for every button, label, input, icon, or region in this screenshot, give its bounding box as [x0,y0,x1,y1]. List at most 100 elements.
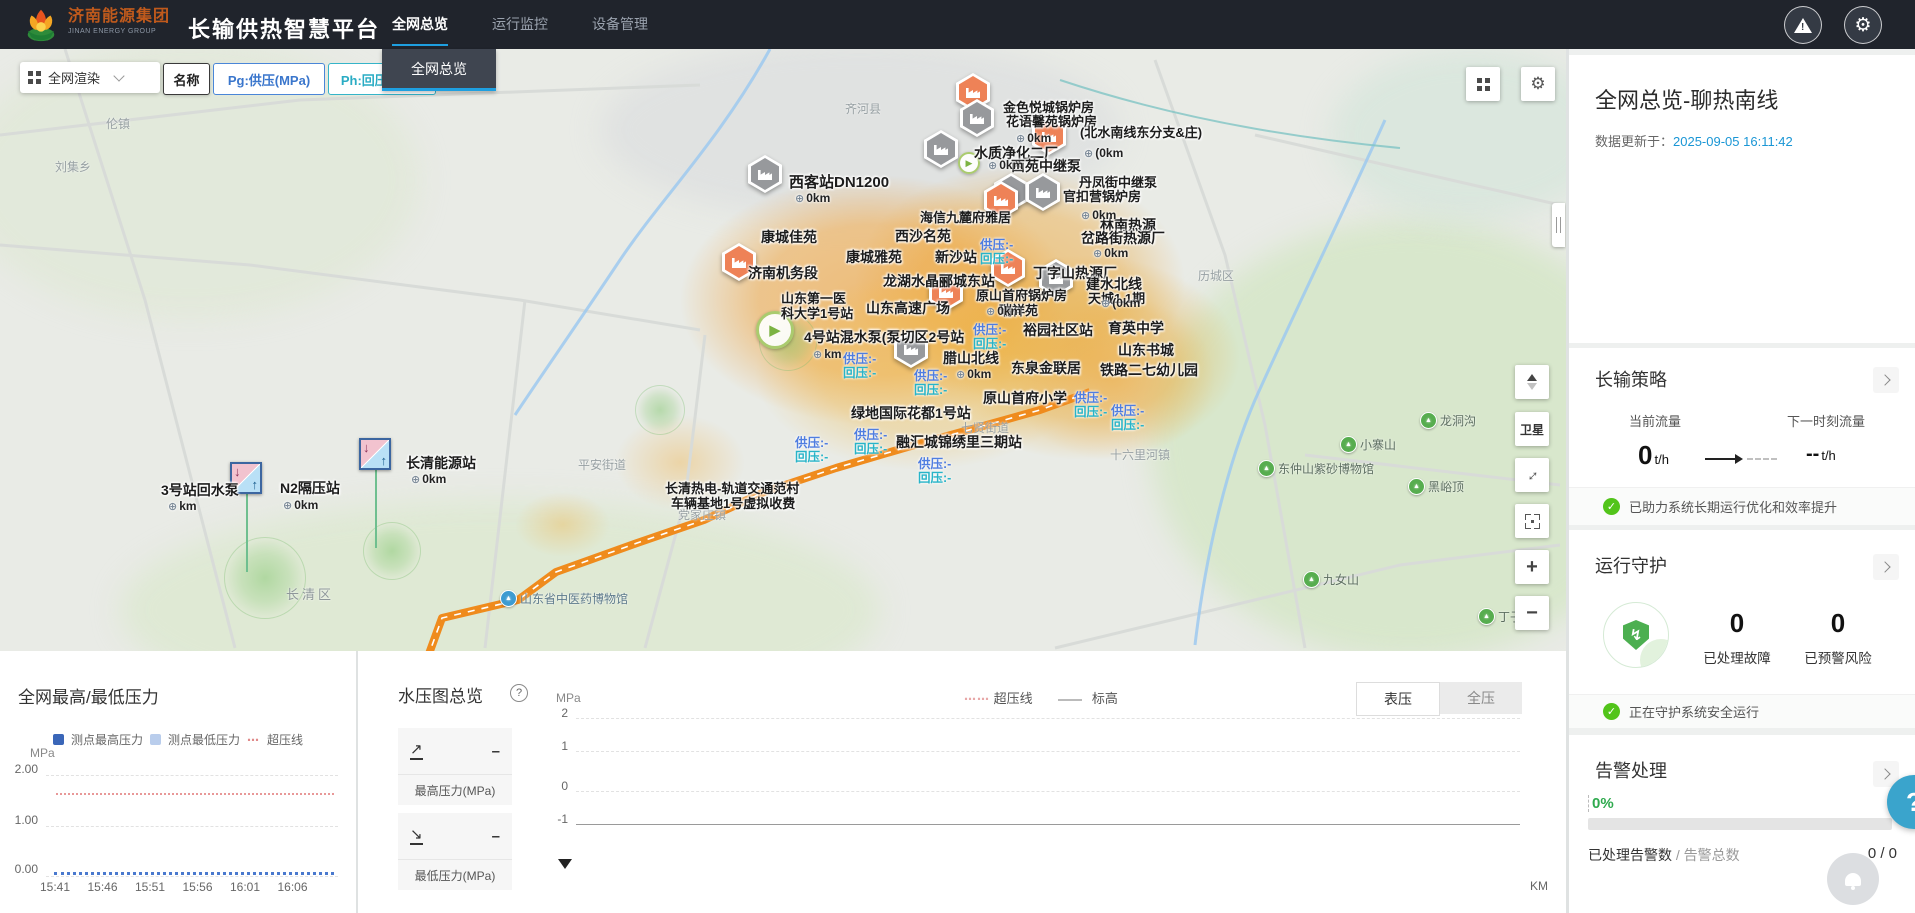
map-distance-label: ⊕(0km [1101,296,1140,310]
gridline [46,826,338,827]
y-tick-label: 2 [536,706,568,720]
guard-expand-button[interactable] [1873,554,1899,580]
max-pressure-label: 最高压力(MPa) [398,775,512,805]
x-tick-label: 16:06 [273,880,313,894]
map-distance-label: ⊕0km [411,472,446,486]
pump-station-marker[interactable]: ↓↑ [359,438,391,470]
satellite-toggle-button[interactable]: 卫星 [1515,412,1549,446]
pressure-readout-label: 供压:-回压:- [843,352,876,381]
map-settings-button[interactable]: ⚙ [1521,67,1555,101]
pressure-readout-label: 供压:-回压:- [795,436,828,465]
layer-render-selector[interactable]: 全网渲染 [20,62,160,93]
map-poi-label: ▲小寨山 [1340,436,1396,453]
crosshair-icon: ⊕ [986,306,995,318]
settings-button[interactable]: ⚙ [1844,6,1882,44]
overpressure-line [56,793,334,795]
crosshair-icon: ⊕ [956,369,965,381]
map-poi-label: ▲九女山 [1303,571,1359,588]
poi-icon: ▲ [1420,412,1437,429]
alarm-title: 告警处理 [1595,757,1667,783]
expand-map-button[interactable]: ↔ [1515,458,1549,492]
poi-icon: ▲ [1408,478,1425,495]
map-station-label: 山东书城 [1118,340,1174,360]
poi-icon: ▲ [1258,460,1275,477]
gridline [576,718,1520,719]
poi-icon: ▲ [1478,608,1495,625]
station-marker-hex-gray[interactable] [1026,173,1060,211]
fullscreen-button[interactable] [1515,504,1549,538]
x-axis-unit: KM [1530,879,1548,893]
legend-swatch-min [150,734,161,745]
check-icon: ✓ [1603,703,1620,720]
flow-arrow [1705,454,1777,464]
top-header: 济南能源集团 JINAN ENERGY GROUP 长输供热智慧平台 全网总览 … [0,0,1915,49]
compass-control[interactable] [1515,365,1549,399]
legend-swatch-elevation [1058,699,1082,701]
station-marker-hex-gray[interactable] [924,130,958,168]
map-station-label: 官扣营锅炉房 [1063,186,1141,205]
map-area-label: 平安街道 [578,456,626,473]
map-distance-label: ⊕0km [283,498,318,512]
layout-grid-button[interactable] [1466,67,1500,101]
station-marker-hex-gray[interactable] [748,155,782,193]
x-tick-label: 15:46 [83,880,123,894]
map-poi-label: ▲山东省中医药博物馆 [500,590,628,607]
logo-subtitle: JINAN ENERGY GROUP [68,28,170,35]
warned-risks-stat: 0 已预警风险 [1797,608,1879,667]
x-tick-label: 15:41 [35,880,75,894]
zoom-out-button[interactable]: − [1515,596,1549,630]
name-toggle-button[interactable]: 名称 [163,63,210,95]
map-area-label: 历城区 [1198,267,1234,284]
pressure-readout-label: 供压:-回压:- [918,457,951,486]
map-station-label: 康城佳苑 [761,227,817,247]
strategy-note: ✓ 已助力系统长期运行优化和效率提升 [1569,487,1915,525]
hydraulic-panel-title: 水压图总览 [398,682,483,707]
zoom-in-button[interactable]: + [1515,550,1549,584]
pg-supply-pressure-button[interactable]: Pg:供压(MPa) [213,63,325,95]
y-axis-unit: MPa [556,691,581,705]
legend-label-overpressure: 超压线 [267,731,303,748]
app-root: ▶▶↓↑↓↑西客站DN1200金色悦城锅炉房花语馨苑锅炉房(北水南线东分支&庄)… [0,0,1915,913]
help-icon[interactable]: ? [510,684,528,702]
map-station-label: 海信九麓府雅居 [920,207,1011,226]
guard-title: 运行守护 [1595,552,1667,578]
factory-icon [751,158,779,190]
crosshair-icon: ⊕ [813,349,822,361]
subtab-overview[interactable]: 全网总览 [382,49,496,91]
panel-collapse-handle[interactable] [1552,203,1565,247]
y-tick-label: 2.00 [8,762,38,776]
pressure-readout-label: 供压:-回压:- [914,369,947,398]
notification-bell-button[interactable] [1827,853,1879,905]
map-station-label: 东泉金联居 [1011,358,1081,378]
min-pressure-value: – [492,828,500,845]
chevron-right-icon [1879,561,1890,572]
strategy-expand-button[interactable] [1873,367,1899,393]
map-distance-label: ⊕0km [1016,131,1051,145]
alert-button[interactable]: ! [1784,6,1822,44]
map-station-label: 裕园社区站 [1023,320,1093,340]
nav-tab-devices[interactable]: 设备管理 [592,0,648,49]
map-station-label: 融汇城锦绣里三期站 [896,432,1022,452]
map-distance-label: ⊕km [168,499,197,513]
profile-start-marker[interactable] [558,859,572,869]
nav-tab-monitoring[interactable]: 运行监控 [492,0,548,49]
full-pressure-tab[interactable]: 全压 [1440,682,1522,714]
y-tick-label: 0.00 [8,862,38,876]
pressure-data-series [54,872,334,875]
next-flow-value: --t/h [1806,443,1836,466]
map-distance-label: ⊕km [813,347,842,361]
alarm-progress-bar [1588,818,1892,830]
min-pressure-label: 最低压力(MPa) [398,860,512,890]
legend-swatch-max [53,734,64,745]
map-area-label: 齐河县 [845,100,881,117]
map-distance-label: ⊕0km [795,191,830,205]
gear-icon: ⚙ [1530,74,1545,94]
factory-icon [963,102,991,134]
station-marker-hex-gray[interactable] [960,99,994,137]
data-updated-row: 数据更新于：2025-09-05 16:11:42 [1595,131,1793,150]
legend-label-max: 测点最高压力 [71,731,143,748]
nav-tab-overview[interactable]: 全网总览 [392,0,448,49]
map-canvas[interactable]: ▶▶↓↑↓↑西客站DN1200金色悦城锅炉房花语馨苑锅炉房(北水南线东分支&庄)… [0,0,1566,651]
gauge-pressure-tab[interactable]: 表压 [1356,682,1440,716]
legend-swatch-overpressure: ⋯ [247,733,260,747]
